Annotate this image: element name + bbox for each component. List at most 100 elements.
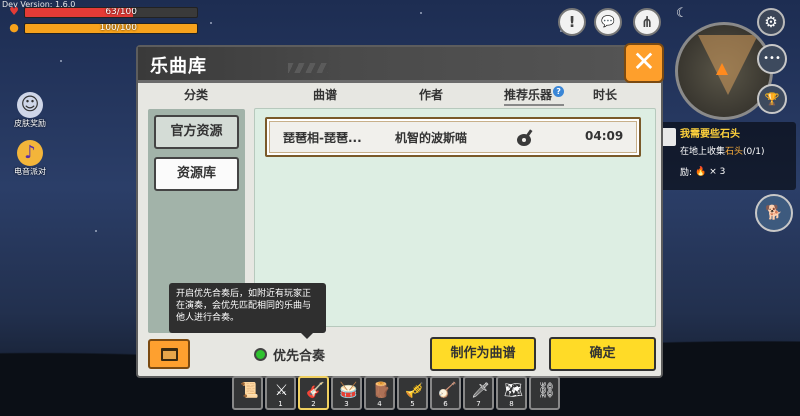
health-bar: 63/100 xyxy=(24,6,198,18)
close-icon: ✕ xyxy=(632,45,656,78)
hotbar-slot-number: 8 xyxy=(509,400,514,408)
trophy-icon: 🏆 xyxy=(764,92,780,106)
ensemble-indicator-icon xyxy=(254,348,267,361)
hotbar-slot[interactable]: 🥁 3 xyxy=(331,376,362,410)
torch-icon: 🔥 xyxy=(695,166,707,177)
chat-icon: 💬 xyxy=(601,15,615,28)
music-party-button[interactable]: ♪ 电音派对 xyxy=(10,140,50,177)
hotbar-item-icon: 🥁 xyxy=(339,381,358,399)
folder-icon xyxy=(161,348,178,361)
alert-button[interactable]: ! xyxy=(558,8,586,36)
score-duration: 04:09 xyxy=(585,129,624,143)
share-button[interactable]: ⋔ xyxy=(633,8,661,36)
quest-desc-highlight: 石头 xyxy=(725,147,744,157)
skin-reward-button[interactable]: ☺ 皮肤奖励 xyxy=(10,92,50,129)
quest-desc-prefix: 在地上收集 xyxy=(680,147,726,157)
quest-reward: 励: 🔥 × 3 xyxy=(680,165,792,179)
hotbar-item-icon: ⛓ xyxy=(537,381,557,399)
hotbar: 📜 ⚔ 1 🎸 2 🥁 3 🪵 4 🎺 5 🪕 6 🗡 7 🗺 8 ⛓ xyxy=(232,376,560,410)
view-cone xyxy=(698,35,758,95)
hotbar-slot[interactable]: ⚔ 1 xyxy=(265,376,296,410)
more-button[interactable]: ••• xyxy=(757,44,787,74)
hotbar-slot[interactable]: 🪵 4 xyxy=(364,376,395,410)
dialog-header: 乐曲库 xyxy=(138,47,661,83)
column-author[interactable]: 作者 xyxy=(419,86,443,103)
help-icon[interactable]: ? xyxy=(553,86,565,97)
hotbar-slot[interactable]: 🗡 7 xyxy=(463,376,494,410)
health-bar-row: ♥ 63/100 xyxy=(8,6,198,18)
hotbar-slot-number: 5 xyxy=(410,400,415,408)
ensemble-label: 优先合奏 xyxy=(273,349,326,364)
quest-title: 我需要些石头 xyxy=(680,129,740,140)
health-text: 63/100 xyxy=(105,6,137,17)
music-party-icon: ♪ xyxy=(17,140,43,166)
star xyxy=(210,22,212,24)
category-official[interactable]: 官方资源 xyxy=(154,115,239,149)
hotbar-item-icon: ⚔ xyxy=(274,381,289,399)
hotbar-item-icon: 🪵 xyxy=(372,381,391,399)
hotbar-slot-selected[interactable]: 🎸 2 xyxy=(298,376,329,410)
column-instrument[interactable]: 推荐乐器? xyxy=(504,86,565,106)
quest-reward-count: × 3 xyxy=(709,166,726,177)
hotbar-slot[interactable]: 🪕 6 xyxy=(430,376,461,410)
header-stripes xyxy=(288,63,328,73)
confirm-button[interactable]: 确定 xyxy=(549,337,656,371)
quest-desc-suffix: (0/1) xyxy=(743,147,765,157)
open-folder-button[interactable] xyxy=(148,339,190,369)
hotbar-item-icon: 🗡 xyxy=(471,381,491,399)
hotbar-item-icon: 📜 xyxy=(240,381,259,399)
star xyxy=(95,230,97,232)
star xyxy=(420,12,422,14)
skin-reward-label: 皮肤奖励 xyxy=(14,119,46,128)
score-row[interactable]: 琵琶相-琵琶... 机智的波斯喵 04:09 xyxy=(265,117,641,157)
column-category: 分类 xyxy=(184,88,209,102)
pet-button[interactable]: 🐕 xyxy=(755,194,793,232)
moon-icon: ☾ xyxy=(676,6,688,21)
column-instrument-label: 推荐乐器 xyxy=(504,88,553,102)
music-library-dialog: 乐曲库 ✕ 分类 曲谱 作者 推荐乐器? 时长 官方资源 资源库 琵琶相-琵琶.… xyxy=(136,43,664,378)
hotbar-slot-number: 3 xyxy=(344,400,349,408)
hunger-bar-row: ● 100/100 xyxy=(8,22,198,34)
hotbar-item-icon: 🪕 xyxy=(438,381,457,399)
gear-icon: ⚙ xyxy=(764,13,778,31)
ensemble-toggle[interactable]: 优先合奏 xyxy=(254,345,325,364)
settings-button[interactable]: ⚙ xyxy=(757,8,785,36)
lute-icon xyxy=(517,129,533,146)
hotbar-item-icon: 🎸 xyxy=(306,381,325,399)
star xyxy=(60,60,62,62)
hotbar-slot-number: 4 xyxy=(377,400,382,408)
make-score-button[interactable]: 制作为曲谱 xyxy=(430,337,536,371)
quest-reward-prefix: 励: xyxy=(680,168,693,178)
trophy-button[interactable]: 🏆 xyxy=(757,84,787,114)
player-marker-icon xyxy=(716,63,728,75)
chat-button[interactable]: 💬 xyxy=(594,8,622,36)
quest-desc: 在地上收集石头(0/1) xyxy=(680,144,792,157)
hotbar-slot-number: 6 xyxy=(443,400,448,408)
hotbar-slot[interactable]: ⛓ xyxy=(529,376,560,410)
music-party-label: 电音派对 xyxy=(14,167,46,176)
score-title: 琵琶相-琵琶... xyxy=(283,131,362,145)
heart-icon: ♥ xyxy=(9,5,19,18)
hotbar-slot-number: 2 xyxy=(311,400,316,408)
character-icon: ☺ xyxy=(17,92,43,118)
ensemble-tooltip: 开启优先合奏后，如附近有玩家正在演奏，会优先匹配相同的乐曲与他人进行合奏。 xyxy=(169,283,326,339)
column-score[interactable]: 曲谱 xyxy=(313,86,337,103)
score-author: 机智的波斯喵 xyxy=(395,131,468,145)
column-duration[interactable]: 时长 xyxy=(593,86,617,103)
hotbar-slot[interactable]: 🗺 8 xyxy=(496,376,527,410)
dog-icon: 🐕 xyxy=(765,205,783,221)
hunger-bar: 100/100 xyxy=(24,22,198,34)
hunger-icon: ● xyxy=(9,21,19,34)
hotbar-slot[interactable]: 📜 xyxy=(232,376,263,410)
quest-panel[interactable]: 我需要些石头 在地上收集石头(0/1) 励: 🔥 × 3 xyxy=(656,122,796,190)
category-library[interactable]: 资源库 xyxy=(154,157,239,191)
close-button[interactable]: ✕ xyxy=(624,43,664,83)
more-icon: ••• xyxy=(763,53,781,64)
dialog-title: 乐曲库 xyxy=(150,56,207,77)
hunger-text: 100/100 xyxy=(99,22,137,33)
hotbar-slot-number: 7 xyxy=(476,400,481,408)
hotbar-item-icon: 🎺 xyxy=(405,381,424,399)
hotbar-item-icon: 🗺 xyxy=(504,381,524,399)
hotbar-slot-number: 1 xyxy=(278,400,283,408)
hotbar-slot[interactable]: 🎺 5 xyxy=(397,376,428,410)
